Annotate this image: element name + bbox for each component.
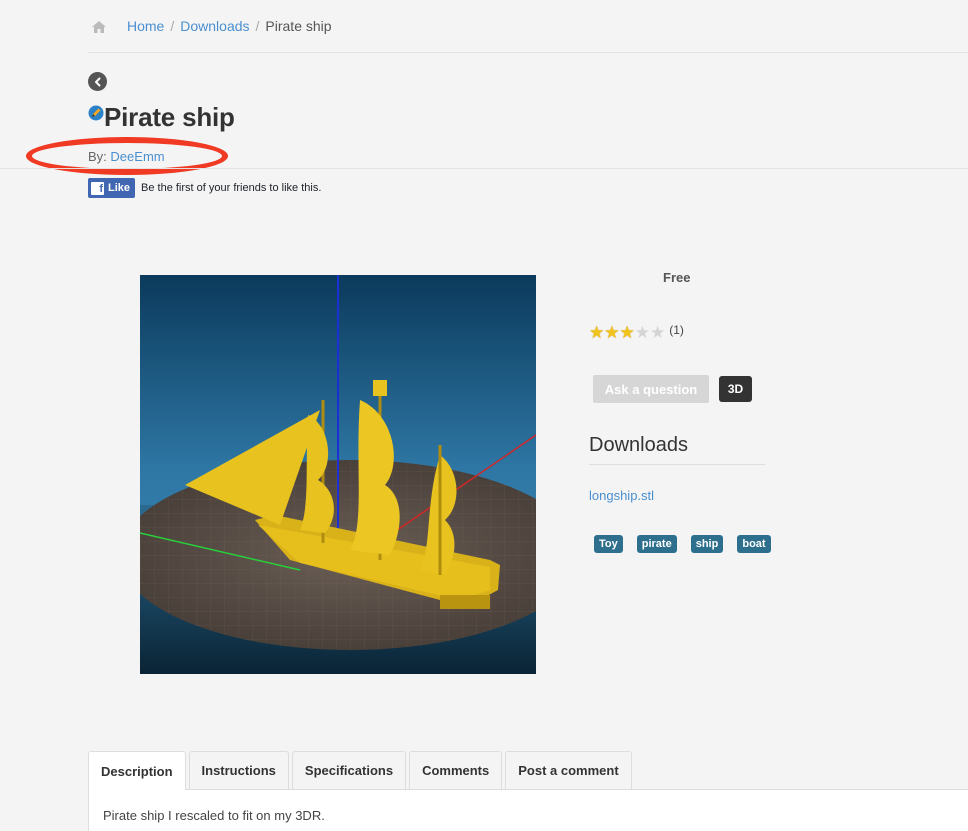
- tab-description[interactable]: Description: [88, 751, 186, 790]
- breadcrumb-downloads-link[interactable]: Downloads: [180, 18, 249, 34]
- breadcrumb-separator: /: [255, 18, 260, 34]
- ask-question-button[interactable]: Ask a question: [593, 375, 709, 403]
- tab-post-comment[interactable]: Post a comment: [505, 751, 632, 789]
- star-filled-icon[interactable]: ★: [589, 324, 604, 341]
- back-button[interactable]: [88, 72, 107, 91]
- tag[interactable]: boat: [737, 535, 771, 553]
- tag-list: Toy pirate ship boat: [594, 535, 785, 553]
- facebook-icon: f: [91, 181, 104, 195]
- facebook-like-label: Like: [108, 182, 131, 194]
- rating-count: (1): [669, 322, 684, 337]
- facebook-like-button[interactable]: f Like: [88, 178, 136, 198]
- home-icon[interactable]: [92, 20, 106, 33]
- tag[interactable]: ship: [690, 535, 724, 553]
- pencil-badge-icon: [88, 105, 104, 121]
- tab-bar: Description Instructions Specifications …: [88, 751, 635, 790]
- star-rating[interactable]: ★ ★ ★ ★ ★ (1): [589, 322, 684, 342]
- model-preview-image[interactable]: [140, 275, 536, 674]
- download-file-link[interactable]: longship.stl: [589, 488, 654, 503]
- star-empty-icon[interactable]: ★: [635, 324, 650, 341]
- facebook-like-row: f Like Be the first of your friends to l…: [88, 178, 321, 198]
- breadcrumb-home-link[interactable]: Home: [127, 18, 164, 34]
- chevron-left-circle-icon: [94, 77, 100, 86]
- divider: [589, 464, 765, 465]
- star-filled-icon[interactable]: ★: [620, 324, 635, 341]
- divider: [0, 168, 968, 169]
- tag[interactable]: Toy: [594, 535, 623, 553]
- byline-prefix: By:: [88, 149, 107, 164]
- tab-instructions[interactable]: Instructions: [188, 751, 289, 789]
- tab-specifications[interactable]: Specifications: [291, 751, 407, 789]
- page-title: Pirate ship: [104, 102, 235, 132]
- breadcrumb: Home / Downloads / Pirate ship: [88, 0, 968, 53]
- price-label: Free: [663, 270, 691, 285]
- tag[interactable]: pirate: [636, 535, 677, 553]
- description-text: Pirate ship I rescaled to fit on my 3DR.: [103, 808, 325, 823]
- breadcrumb-current: Pirate ship: [265, 18, 332, 34]
- downloads-heading: Downloads: [589, 434, 688, 456]
- view-3d-button[interactable]: 3D: [719, 376, 752, 402]
- breadcrumb-separator: /: [170, 18, 175, 34]
- author-link[interactable]: DeeEmm: [110, 149, 164, 164]
- tab-comments[interactable]: Comments: [409, 751, 503, 789]
- star-filled-icon[interactable]: ★: [604, 324, 619, 341]
- star-empty-icon[interactable]: ★: [650, 324, 665, 341]
- byline: By: DeeEmm: [88, 149, 165, 164]
- title-row: Pirate ship: [88, 101, 235, 133]
- facebook-like-text: Be the first of your friends to like thi…: [141, 182, 322, 194]
